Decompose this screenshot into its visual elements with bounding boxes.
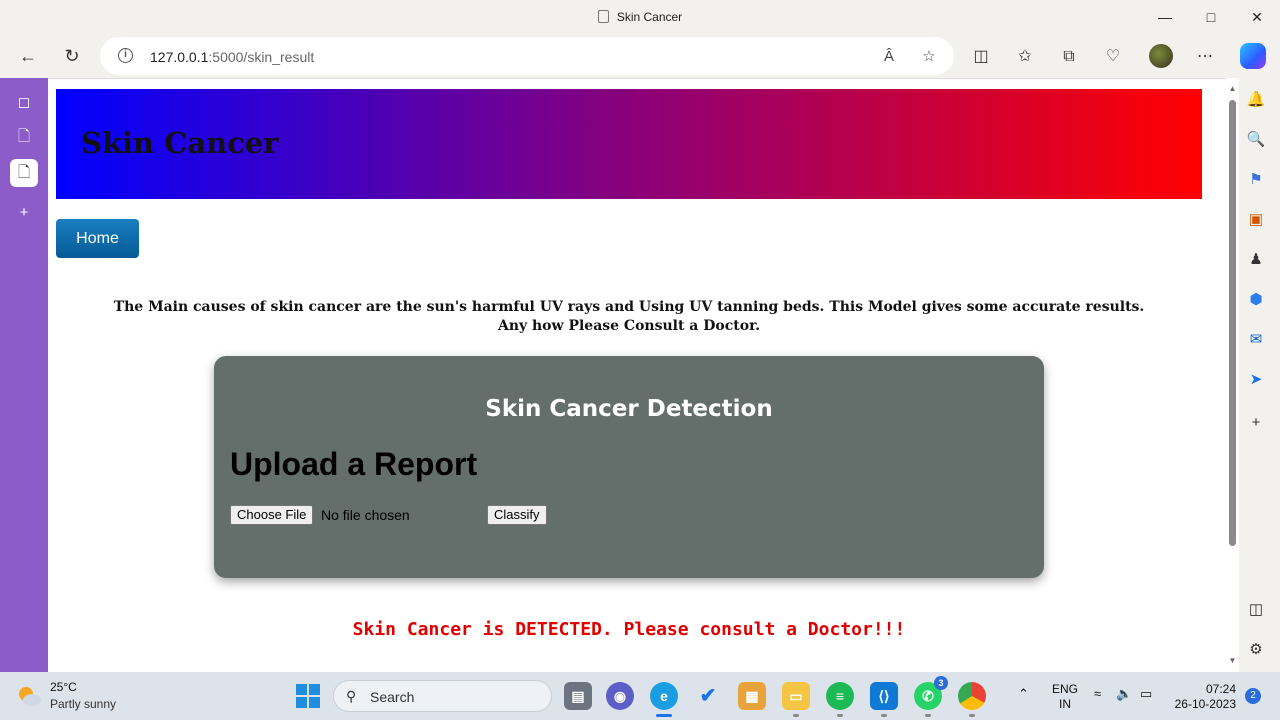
collections-icon[interactable]: ⧉ bbox=[1056, 44, 1082, 70]
weather-condition: Partly sunny bbox=[50, 697, 117, 711]
start-button[interactable] bbox=[296, 684, 320, 708]
profile-avatar[interactable] bbox=[1149, 44, 1173, 68]
input-language[interactable]: ENG IN bbox=[1052, 682, 1078, 712]
detection-card: Skin Cancer Detection Upload a Report Ch… bbox=[214, 356, 1044, 578]
whatsapp-icon[interactable]: ✆ 3 bbox=[914, 676, 948, 717]
favorites-icon[interactable]: ✩ bbox=[1012, 44, 1038, 70]
microsoft-store-icon[interactable]: ▦ bbox=[738, 682, 766, 710]
windows-taskbar: 25°C Partly sunny ⚲ Search ▤ ◉ e ✔ ▦ ▭ ≡… bbox=[0, 672, 1280, 720]
show-hidden-icons-chevron-icon[interactable]: ⌃ bbox=[1018, 686, 1029, 702]
edge-icon[interactable]: e bbox=[650, 682, 678, 717]
copilot-icon[interactable] bbox=[1240, 43, 1266, 69]
edge-sidebar: 🔔 🔍 ⚑ ▣ ♟ ⬢ ✉ ➤ + ◫ ⚙ bbox=[1239, 78, 1280, 672]
page-scrollbar[interactable]: ▲ ▼ bbox=[1226, 78, 1239, 672]
task-view-icon[interactable]: ▤ bbox=[564, 682, 592, 710]
split-screen-icon[interactable]: ◫ bbox=[968, 44, 994, 70]
add-sidebar-app-icon[interactable]: + bbox=[1243, 410, 1269, 436]
wifi-icon[interactable]: ≈ bbox=[1094, 686, 1101, 701]
tab-page-icon[interactable]: 🗋 bbox=[10, 123, 38, 151]
new-tab-icon[interactable]: + bbox=[10, 199, 38, 227]
vertical-tab-strip: ◻ 🗋 🗋 + bbox=[0, 78, 48, 672]
file-explorer-icon[interactable]: ▭ bbox=[782, 682, 810, 717]
site-info-icon[interactable]: i bbox=[118, 48, 133, 63]
scrollbar-thumb[interactable] bbox=[1229, 100, 1236, 546]
home-button[interactable]: Home bbox=[56, 219, 139, 258]
url-text[interactable]: 127.0.0.1:5000/skin_result bbox=[150, 49, 314, 65]
back-button[interactable]: ← bbox=[14, 42, 42, 70]
teams-icon[interactable]: ◉ bbox=[606, 682, 634, 710]
classify-button[interactable]: Classify bbox=[487, 505, 547, 525]
chrome-icon[interactable] bbox=[958, 682, 986, 717]
tab-active-page-icon[interactable]: 🗋 bbox=[10, 159, 38, 187]
title-bar: Skin Cancer — □ ✕ bbox=[0, 0, 1280, 34]
navigation-bar: ← ↻ i 127.0.0.1:5000/skin_result Â ☆ bbox=[0, 34, 1280, 78]
file-status-text: No file chosen bbox=[321, 507, 410, 523]
address-bar[interactable]: i 127.0.0.1:5000/skin_result Â ☆ bbox=[100, 37, 954, 75]
notification-count-badge[interactable]: 2 bbox=[1245, 688, 1261, 704]
intro-line-1: The Main causes of skin cancer are the s… bbox=[113, 299, 1145, 315]
refresh-button[interactable]: ↻ bbox=[58, 42, 86, 70]
shopping-tag-icon[interactable]: ⚑ bbox=[1243, 167, 1269, 193]
drop-icon[interactable]: ➤ bbox=[1243, 367, 1269, 393]
taskbar-search[interactable]: ⚲ Search bbox=[333, 680, 552, 712]
favorite-star-icon[interactable]: ☆ bbox=[918, 46, 940, 68]
sidebar-toggle-icon[interactable]: ◫ bbox=[1243, 597, 1269, 623]
microsoft-365-icon[interactable]: ⬢ bbox=[1243, 287, 1269, 313]
games-icon[interactable]: ♟ bbox=[1243, 247, 1269, 273]
todo-icon[interactable]: ✔ bbox=[694, 682, 722, 710]
weather-temperature: 25°C bbox=[50, 680, 77, 694]
tab-actions-icon[interactable]: ◻ bbox=[10, 89, 38, 117]
upload-heading: Upload a Report bbox=[230, 446, 478, 482]
tools-icon[interactable]: ▣ bbox=[1243, 207, 1269, 233]
outlook-icon[interactable]: ✉ bbox=[1243, 327, 1269, 353]
speaker-muted-icon[interactable]: 🔈 bbox=[1116, 686, 1132, 702]
search-icon: ⚲ bbox=[346, 688, 357, 704]
notification-bell-icon[interactable]: 🔔 bbox=[1243, 87, 1269, 113]
maximize-button[interactable]: □ bbox=[1188, 6, 1234, 28]
vscode-icon[interactable]: ⟨⟩ bbox=[870, 682, 898, 717]
result-message: Skin Cancer is DETECTED. Please consult … bbox=[352, 619, 906, 640]
minimize-button[interactable]: — bbox=[1142, 6, 1188, 28]
page-icon bbox=[597, 10, 609, 23]
header-banner: Skin Cancer bbox=[56, 89, 1202, 199]
battery-icon[interactable]: ▭ bbox=[1140, 686, 1152, 702]
settings-gear-icon[interactable]: ⚙ bbox=[1243, 637, 1269, 663]
more-menu-icon[interactable]: ⋯ bbox=[1192, 44, 1218, 70]
browser-essentials-icon[interactable]: ♡ bbox=[1100, 44, 1126, 70]
intro-text: The Main causes of skin cancer are the s… bbox=[48, 298, 1210, 336]
read-aloud-icon[interactable]: Â bbox=[878, 46, 900, 68]
whatsapp-badge: 3 bbox=[934, 676, 948, 690]
scroll-down-icon[interactable]: ▼ bbox=[1227, 656, 1238, 666]
choose-file-button[interactable]: Choose File bbox=[230, 505, 314, 525]
spotify-icon[interactable]: ≡ bbox=[826, 682, 854, 717]
search-label: Search bbox=[370, 689, 415, 705]
scroll-up-icon[interactable]: ▲ bbox=[1227, 84, 1238, 94]
window-title: Skin Cancer bbox=[0, 10, 1280, 24]
intro-line-2: Any how Please Consult a Doctor. bbox=[497, 318, 761, 334]
site-title: Skin Cancer bbox=[81, 126, 279, 160]
card-title: Skin Cancer Detection bbox=[485, 396, 773, 422]
partly-sunny-icon bbox=[19, 687, 41, 706]
web-viewport: Skin Cancer Home The Main causes of skin… bbox=[48, 78, 1226, 672]
close-button[interactable]: ✕ bbox=[1234, 6, 1280, 28]
system-clock[interactable]: 07:24 26-10-2023 bbox=[1170, 682, 1236, 712]
search-icon[interactable]: 🔍 bbox=[1243, 127, 1269, 153]
